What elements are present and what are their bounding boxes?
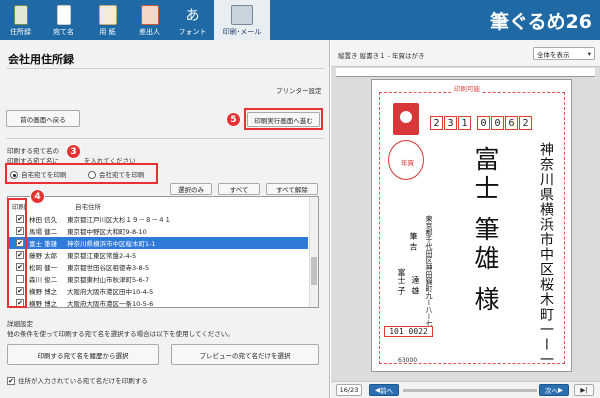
radio-company-dot [88, 171, 96, 179]
detail-desc: 他の条件を使って印刷する宛て名を選択する場合は以下を使用してください。 [7, 330, 234, 338]
select-preview-only-button[interactable]: プレビューの宛て名だけを選択 [171, 344, 319, 365]
zip-digit: 3 [444, 116, 457, 130]
badge-5: 5 [226, 112, 241, 127]
toolbar-font[interactable]: あ フォント [172, 0, 213, 40]
stamp-circle: 年賀 [388, 140, 424, 180]
clear-all-button[interactable]: すべて解除 [266, 183, 318, 195]
sender-name-1: 筆 吉 [409, 232, 418, 251]
page-title: 会社用住所録 [8, 53, 74, 66]
toolbar-paper[interactable]: 用 紙 [87, 0, 128, 40]
table-row[interactable]: ✔ 横野 博之 大阪府大阪市港区一条10-5-6 [8, 297, 308, 309]
back-button[interactable]: 前の画面へ戻る [6, 110, 80, 127]
address-book-icon [13, 5, 28, 25]
recipient-name: 富士 筆雄 様 [471, 146, 500, 315]
zip-digit: 0 [491, 116, 504, 130]
section-label: 印刷する宛て名の [7, 147, 59, 155]
last-page-icon: ▶| [580, 386, 588, 394]
sender-zip: 101 0022 [384, 326, 433, 337]
sender-name-3: 富士 子 [397, 268, 406, 295]
zoom-select[interactable]: 全体を表示 ▾ [533, 47, 595, 60]
radio-home-dot [10, 171, 18, 179]
recipient-address: 神奈川県横浜市中区桜木町一ー一 [538, 142, 554, 367]
page-slider[interactable] [403, 389, 537, 392]
radio-company[interactable]: 会社宛てを印刷 [88, 169, 144, 179]
highlight-4 [7, 198, 27, 308]
radio-home[interactable]: 自宅宛てを印刷 [10, 169, 66, 179]
postcard-preview: 印刷可能 年賀 2 3 1 0 0 6 2 神奈川県横浜市中区桜木町一ー一 富士… [371, 79, 572, 372]
badge-4: 4 [30, 189, 45, 204]
zip-digit: 1 [458, 116, 471, 130]
toolbar-address-book[interactable]: 住所録 [0, 0, 41, 40]
printable-label: 印刷可能 [452, 83, 482, 93]
select-only-button[interactable]: 選択のみ [170, 183, 212, 195]
list-scrollbar[interactable] [309, 197, 318, 307]
last-page-button[interactable]: ▶| [574, 384, 594, 396]
detail-title: 詳細設定 [7, 320, 33, 328]
zip-digit: 6 [505, 116, 518, 130]
badge-3: 3 [66, 144, 81, 159]
col-header-address: 自宅住所 [75, 203, 101, 211]
preview-toolbar: 縦置き 縦書き１ - 年賀はがき 全体を表示 ▾ [331, 40, 600, 67]
ruler [336, 68, 595, 77]
table-row-selected[interactable]: ✔ 富士 筆雄 神奈川県横浜市中区桜木町1-1 [8, 237, 308, 249]
stamp-label: 年賀 [401, 159, 414, 167]
address-list: 印刷 自宅住所 ✔ 林田 信久 東京都江戸川区大杉１９－８－４１ ✔ 馬場 健二 東京都… [7, 196, 319, 308]
toolbar-address-name[interactable]: 宛て名 [43, 0, 84, 40]
font-icon: あ [185, 8, 200, 24]
page-indicator: 16/23 [336, 384, 362, 396]
divider [6, 138, 324, 139]
sender-address: 東京都千代田区神田錦町九ー八ー七 [425, 215, 433, 327]
next-page-button[interactable]: 次へ ▶ [539, 384, 569, 396]
paper-icon [98, 5, 117, 25]
sender-name-2: 達 雄 [411, 276, 420, 295]
print-mail-icon [231, 5, 253, 25]
zip-digit: 0 [477, 116, 490, 130]
table-row[interactable]: ✔ 松岡 健一 東京都世田谷区祖徳寺3-8-5 [8, 261, 308, 273]
zip-digit: 2 [430, 116, 443, 130]
table-row[interactable]: ✔ 横野 博之 大阪府大阪市港区田中10-4-5 [8, 285, 308, 297]
highlight-5 [244, 108, 323, 130]
app-brand: 筆ぐるめ26 [489, 11, 592, 33]
table-row[interactable]: ✔ 林田 信久 東京都江戸川区大杉１９－８－４１ [8, 213, 308, 225]
chevron-down-icon: ▾ [587, 49, 591, 58]
table-row[interactable]: ✔ 馬場 健二 東京都中野区大和町9-8-10 [8, 225, 308, 237]
toolbar-sender[interactable]: 差出人 [129, 0, 170, 40]
next-icon: ▶ [558, 386, 563, 394]
scrollbar-thumb[interactable] [311, 257, 317, 285]
select-all-button[interactable]: すべて [218, 183, 260, 195]
prev-page-button[interactable]: ◀ 前へ [369, 384, 399, 396]
address-name-icon [56, 5, 71, 25]
zip-digit: 2 [519, 116, 532, 130]
price-label: 63000 [398, 357, 418, 364]
preview-header: 縦置き 縦書き１ - 年賀はがき [338, 52, 425, 60]
stamp-image [393, 103, 419, 135]
divider [6, 68, 324, 69]
printer-settings-link[interactable]: プリンター設定 [276, 85, 322, 95]
select-from-history-button[interactable]: 印刷する宛て名を履歴から選択 [7, 344, 159, 365]
toolbar-print-mail[interactable]: 印刷･メール [214, 0, 270, 40]
sender-icon [140, 5, 159, 25]
main-toolbar: 住所録 宛て名 用 紙 差出人 あ フォント 印刷･メール 筆ぐるめ26 [0, 0, 600, 40]
table-row[interactable]: 森川 俊二 東京都東村山市秋津町5-6-7 [8, 273, 308, 285]
address-only-checkbox[interactable]: ✔ 住所が入力されている宛て名だけを印刷する [7, 375, 148, 385]
table-row[interactable]: ✔ 藤野 太郎 東京都江東区常盤2-4-5 [8, 249, 308, 261]
preview-pager: 16/23 ◀ 前へ 次へ ▶ ▶| [331, 381, 600, 398]
